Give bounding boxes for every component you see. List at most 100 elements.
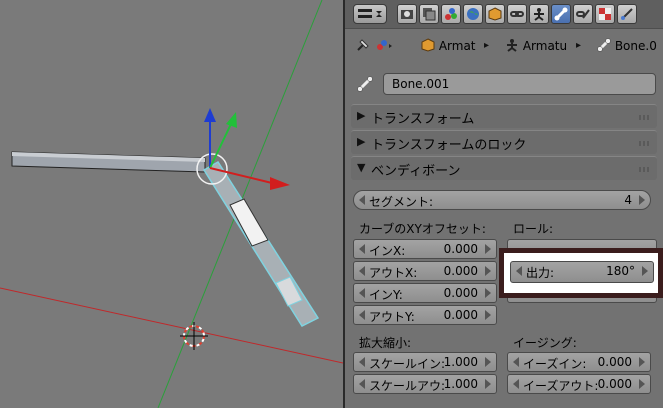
z-axis-arrow-icon[interactable] xyxy=(204,108,216,122)
scale-in-value: 1.000 xyxy=(443,355,478,369)
chevron-right-icon: ▸ xyxy=(484,40,490,51)
roll-label: ロール: xyxy=(513,222,554,236)
properties-header xyxy=(345,0,663,29)
tab-scene[interactable] xyxy=(441,4,461,24)
section-transform[interactable]: ▶ トランスフォーム xyxy=(351,104,657,128)
collapsed-triangle-icon: ▶ xyxy=(357,109,366,122)
increment-arrow-icon[interactable] xyxy=(485,310,491,320)
ease-out-value: 0.000 xyxy=(597,377,632,391)
decrement-arrow-icon[interactable] xyxy=(359,195,365,205)
curve-offset-label: カーブのXYオフセット: xyxy=(359,222,486,236)
out-y-label: アウトY: xyxy=(369,310,415,324)
breadcrumb-bone-label: Bone.0 xyxy=(614,39,657,53)
expanded-triangle-icon: ▼ xyxy=(357,161,366,174)
context-icon[interactable] xyxy=(375,37,393,55)
scale-label: 拡大縮小: xyxy=(359,336,412,350)
tab-constraints[interactable] xyxy=(507,4,527,24)
in-y-field[interactable]: インY: 0.000 xyxy=(353,283,497,303)
pin-icon[interactable] xyxy=(355,37,371,55)
in-x-label: インX: xyxy=(369,244,406,258)
tab-modifiers[interactable] xyxy=(529,4,549,24)
decrement-arrow-icon[interactable] xyxy=(359,357,365,367)
in-y-label: インY: xyxy=(369,288,403,302)
properties-panel: Armat ▸ Armatu ▸ Bone.0 Bone.001 ▶ トランスフ… xyxy=(345,0,663,408)
render-icon xyxy=(401,10,413,19)
in-y-value: 0.000 xyxy=(443,286,478,300)
tab-world[interactable] xyxy=(463,4,483,24)
y-axis-arrow-icon[interactable] xyxy=(226,112,237,128)
increment-arrow-icon[interactable] xyxy=(639,379,645,389)
render-layers-icon xyxy=(423,8,436,21)
section-transform-lock[interactable]: ▶ トランスフォームのロック xyxy=(351,130,657,154)
section-bendy-bones[interactable]: ▼ ベンディボーン xyxy=(351,156,657,180)
chevron-right-icon: ▸ xyxy=(576,40,582,51)
increment-arrow-icon[interactable] xyxy=(485,266,491,276)
segments-field[interactable]: セグメント: 4 xyxy=(353,190,651,210)
section-transform-label: トランスフォーム xyxy=(371,112,475,127)
scene-icon xyxy=(445,8,457,20)
highlight-box: 出力: 180° xyxy=(499,248,663,298)
breadcrumb-object[interactable]: Armat xyxy=(421,37,476,55)
increment-arrow-icon[interactable] xyxy=(485,244,491,254)
scale-out-label: スケールアウ: xyxy=(369,379,446,393)
segments-value: 4 xyxy=(624,193,632,207)
drag-grip-icon[interactable] xyxy=(639,115,651,120)
out-y-value: 0.000 xyxy=(443,308,478,322)
drag-grip-icon[interactable] xyxy=(639,167,651,172)
increment-arrow-icon[interactable] xyxy=(639,195,645,205)
segments-label: セグメント: xyxy=(369,195,434,209)
bone-icon xyxy=(554,7,568,21)
breadcrumb-object-label: Armat xyxy=(438,39,476,53)
bone-selected[interactable] xyxy=(202,160,320,327)
tab-bone-constraints[interactable] xyxy=(573,4,593,24)
scale-in-field[interactable]: スケールイン: 1.000 xyxy=(353,352,497,372)
scale-out-field[interactable]: スケールアウ: 1.000 xyxy=(353,374,497,394)
breadcrumb-armature[interactable]: Armatu xyxy=(505,37,567,55)
y-axis-handle[interactable] xyxy=(209,123,232,169)
increment-arrow-icon[interactable] xyxy=(485,357,491,367)
drag-grip-icon[interactable] xyxy=(639,141,651,146)
decrement-arrow-icon[interactable] xyxy=(359,244,365,254)
3d-cursor-icon[interactable] xyxy=(180,322,208,350)
decrement-arrow-icon[interactable] xyxy=(516,266,522,276)
roll-out-label: 出力: xyxy=(526,266,555,280)
constraints-icon xyxy=(510,11,524,17)
tab-render[interactable] xyxy=(397,4,417,24)
tab-brush[interactable] xyxy=(617,4,637,24)
tab-object[interactable] xyxy=(485,4,505,24)
decrement-arrow-icon[interactable] xyxy=(359,310,365,320)
decrement-arrow-icon[interactable] xyxy=(513,357,519,367)
tab-bone[interactable] xyxy=(551,4,571,24)
armature-data-icon xyxy=(534,8,544,21)
decrement-arrow-icon[interactable] xyxy=(359,288,365,298)
breadcrumb-bone[interactable]: Bone.0 xyxy=(597,37,657,55)
roll-out-field[interactable]: 出力: 180° xyxy=(510,261,654,283)
increment-arrow-icon[interactable] xyxy=(639,357,645,367)
collapsed-triangle-icon: ▶ xyxy=(357,135,366,148)
world-icon xyxy=(467,8,479,20)
bone-name-field[interactable]: Bone.001 xyxy=(383,73,656,95)
editor-type-button[interactable] xyxy=(353,4,387,24)
decrement-arrow-icon[interactable] xyxy=(359,266,365,276)
bone-icon xyxy=(357,76,373,95)
out-x-label: アウトX: xyxy=(369,266,418,280)
section-transform-lock-label: トランスフォームのロック xyxy=(371,138,527,153)
ease-in-field[interactable]: イーズイン: 0.000 xyxy=(507,352,651,372)
tab-render-layers[interactable] xyxy=(419,4,439,24)
decrement-arrow-icon[interactable] xyxy=(359,379,365,389)
tab-texture[interactable] xyxy=(595,4,615,24)
3d-viewport[interactable] xyxy=(0,0,343,408)
in-x-field[interactable]: インX: 0.000 xyxy=(353,239,497,259)
increment-arrow-icon[interactable] xyxy=(642,266,648,276)
increment-arrow-icon[interactable] xyxy=(485,379,491,389)
x-axis-arrow-icon[interactable] xyxy=(270,177,290,190)
ease-out-field[interactable]: イーズアウト: 0.000 xyxy=(507,374,651,394)
out-y-field[interactable]: アウトY: 0.000 xyxy=(353,305,497,325)
section-bendy-bones-label: ベンディボーン xyxy=(371,164,461,179)
armature-icon xyxy=(507,39,517,52)
decrement-arrow-icon[interactable] xyxy=(513,379,519,389)
bone-selected-segment-2 xyxy=(275,276,303,307)
increment-arrow-icon[interactable] xyxy=(485,288,491,298)
breadcrumb: Armat ▸ Armatu ▸ Bone.0 xyxy=(345,33,663,59)
out-x-field[interactable]: アウトX: 0.000 xyxy=(353,261,497,281)
